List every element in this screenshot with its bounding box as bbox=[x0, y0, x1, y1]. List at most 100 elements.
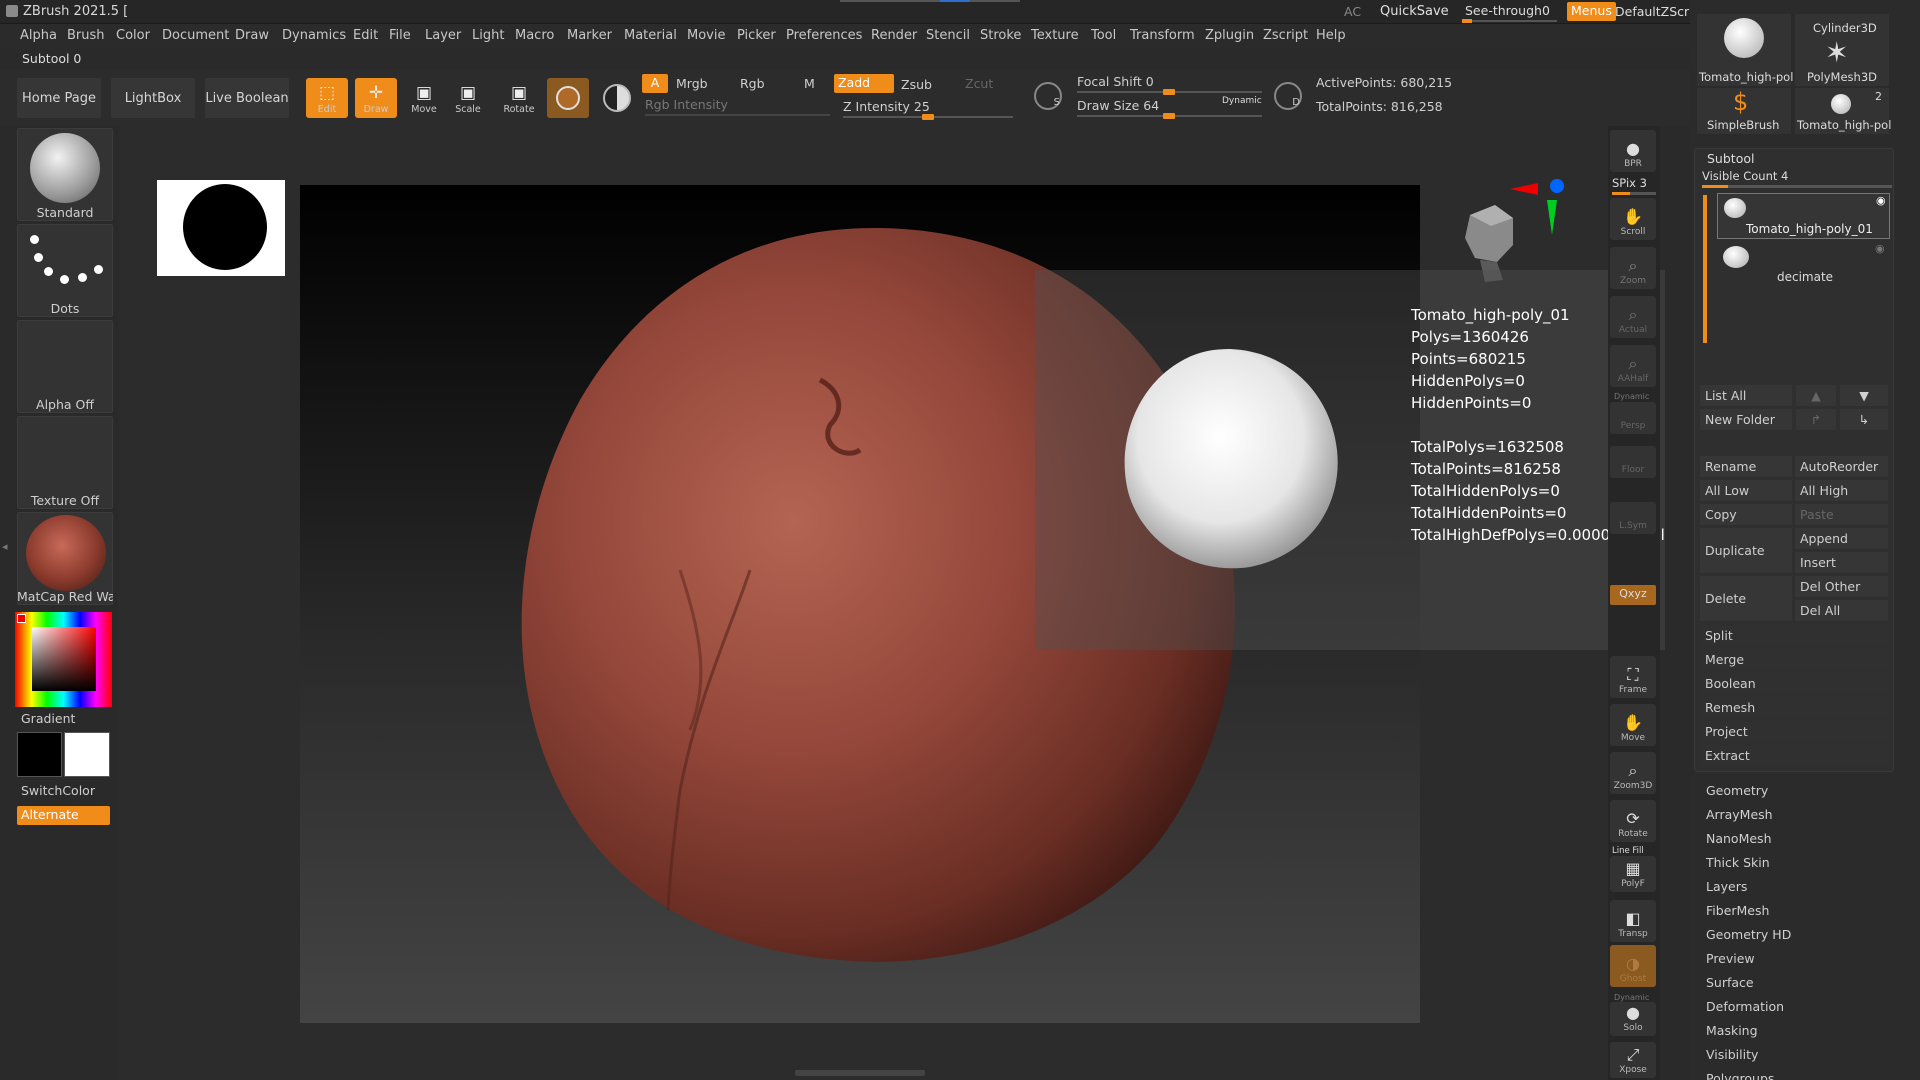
menu-layer[interactable]: Layer bbox=[425, 28, 461, 43]
eye-icon-2[interactable]: ◉ bbox=[1875, 242, 1885, 255]
color-picker[interactable] bbox=[15, 612, 112, 707]
append-button[interactable]: Append bbox=[1795, 528, 1888, 549]
menu-edit[interactable]: Edit bbox=[353, 28, 378, 43]
preview-section[interactable]: Preview bbox=[1706, 951, 1755, 966]
z-intensity-knob[interactable] bbox=[922, 114, 934, 120]
rgb-intensity-slider[interactable]: Rgb Intensity bbox=[645, 97, 728, 112]
a-toggle[interactable]: A bbox=[642, 74, 668, 93]
menu-help[interactable]: Help bbox=[1316, 28, 1346, 43]
symmetry-s-icon[interactable]: S bbox=[1034, 82, 1062, 110]
fibermesh-section[interactable]: FiberMesh bbox=[1706, 903, 1769, 918]
deformation-section[interactable]: Deformation bbox=[1706, 999, 1784, 1014]
main-color-swatch[interactable] bbox=[17, 732, 62, 777]
actual-button[interactable]: ⌕ Actual bbox=[1610, 296, 1656, 338]
m-toggle[interactable]: M bbox=[804, 76, 815, 91]
visible-count-slider[interactable]: Visible Count 4 bbox=[1702, 169, 1788, 183]
menu-material[interactable]: Material bbox=[624, 28, 677, 43]
zcut-toggle[interactable]: Zcut bbox=[965, 76, 993, 91]
mrgb-toggle[interactable]: Mrgb bbox=[676, 76, 708, 91]
masking-section[interactable]: Masking bbox=[1706, 1023, 1758, 1038]
menu-zscript[interactable]: Zscript bbox=[1263, 28, 1308, 43]
del-all-button[interactable]: Del All bbox=[1795, 600, 1888, 621]
bpr-button[interactable]: ● BPR bbox=[1610, 130, 1656, 172]
menu-zplugin[interactable]: Zplugin bbox=[1205, 28, 1254, 43]
lsym-button[interactable]: L.Sym bbox=[1610, 502, 1656, 534]
menu-movie[interactable]: Movie bbox=[687, 28, 725, 43]
menu-texture[interactable]: Texture bbox=[1031, 28, 1079, 43]
visibility-section[interactable]: Visibility bbox=[1706, 1047, 1758, 1062]
draw-size-slider[interactable]: Draw Size 64 bbox=[1077, 98, 1159, 113]
scroll-button[interactable]: ✋ Scroll bbox=[1610, 198, 1656, 240]
tool-thumb-2[interactable]: Cylinder3D ✶ PolyMesh3D bbox=[1795, 14, 1889, 86]
edit-mode-button[interactable]: ⬚ Edit bbox=[306, 78, 348, 118]
rotate-mode-button[interactable]: ▣ Rotate bbox=[498, 78, 540, 118]
new-folder-button[interactable]: New Folder bbox=[1700, 409, 1792, 430]
gradient-label[interactable]: Gradient bbox=[21, 711, 75, 726]
rotate-view-button[interactable]: ⟳ Rotate bbox=[1610, 800, 1656, 842]
remesh-section[interactable]: Remesh bbox=[1700, 697, 1888, 718]
geometry-section[interactable]: Geometry bbox=[1706, 783, 1768, 798]
menu-tool[interactable]: Tool bbox=[1091, 28, 1116, 43]
menus-button[interactable]: Menus bbox=[1567, 2, 1616, 21]
persp-button[interactable]: Persp bbox=[1610, 402, 1656, 434]
zoom3d-button[interactable]: ⌕ Zoom3D bbox=[1610, 752, 1656, 794]
rgb-toggle[interactable]: Rgb bbox=[740, 76, 765, 91]
merge-section[interactable]: Merge bbox=[1700, 649, 1888, 670]
home-page-button[interactable]: Home Page bbox=[17, 78, 101, 118]
alternate-button[interactable]: Alternate bbox=[17, 806, 110, 825]
aahalf-button[interactable]: ⌕ AAHalf bbox=[1610, 345, 1656, 387]
surface-section[interactable]: Surface bbox=[1706, 975, 1754, 990]
delete-button[interactable]: Delete bbox=[1700, 576, 1792, 621]
zoom-button[interactable]: ⌕ Zoom bbox=[1610, 247, 1656, 289]
live-boolean-button[interactable]: Live Boolean bbox=[205, 78, 289, 118]
tool-thumb-3[interactable]: $ SimpleBrush bbox=[1697, 88, 1791, 134]
menu-light[interactable]: Light bbox=[472, 28, 504, 43]
folder-down-button[interactable]: ↳ bbox=[1840, 409, 1888, 430]
menu-stroke[interactable]: Stroke bbox=[980, 28, 1021, 43]
tool-thumb-4[interactable]: 2 Tomato_high-pol bbox=[1795, 88, 1891, 134]
duplicate-button[interactable]: Duplicate bbox=[1700, 528, 1792, 573]
axis-gizmo[interactable] bbox=[1505, 175, 1565, 240]
folder-arrow-button[interactable]: ↱ bbox=[1796, 409, 1836, 430]
nanomesh-section[interactable]: NanoMesh bbox=[1706, 831, 1772, 846]
menu-file[interactable]: File bbox=[389, 28, 411, 43]
subtool-item-1[interactable]: ◉ Tomato_high-poly_01 bbox=[1717, 193, 1890, 239]
insert-button[interactable]: Insert bbox=[1795, 552, 1888, 573]
xyz-button[interactable]: Qxyz bbox=[1610, 585, 1656, 605]
menu-preferences[interactable]: Preferences bbox=[786, 28, 862, 43]
geometry-hd-section[interactable]: Geometry HD bbox=[1706, 927, 1791, 942]
draw-mode-button[interactable]: ✛ Draw bbox=[355, 78, 397, 118]
scale-mode-button[interactable]: ▣ Scale bbox=[447, 78, 489, 118]
focal-shift-slider[interactable]: Focal Shift 0 bbox=[1077, 74, 1154, 89]
subtool-scrollbar[interactable] bbox=[1703, 195, 1707, 343]
copy-button[interactable]: Copy bbox=[1700, 504, 1792, 525]
paste-button[interactable]: Paste bbox=[1795, 504, 1888, 525]
menu-document[interactable]: Document bbox=[162, 28, 229, 43]
menu-stencil[interactable]: Stencil bbox=[926, 28, 970, 43]
floor-button[interactable]: Floor bbox=[1610, 446, 1656, 478]
seethrough-slider[interactable]: See-through 0 bbox=[1462, 2, 1557, 23]
bottom-scroll-handle[interactable] bbox=[795, 1070, 925, 1076]
lazy-d-icon[interactable]: D bbox=[1274, 82, 1302, 110]
menu-color[interactable]: Color bbox=[116, 28, 150, 43]
layers-section[interactable]: Layers bbox=[1706, 879, 1747, 894]
spix-slider[interactable]: SPix 3 bbox=[1612, 176, 1647, 190]
lightbox-button[interactable]: LightBox bbox=[111, 78, 195, 118]
color-sphere-button[interactable] bbox=[596, 78, 638, 118]
quicksave-button[interactable]: QuickSave bbox=[1380, 4, 1449, 19]
subtool-item-2[interactable]: ◉ decimate bbox=[1717, 242, 1890, 288]
z-intensity-slider[interactable]: Z Intensity 25 bbox=[843, 99, 930, 114]
material-swatch-button[interactable] bbox=[547, 78, 589, 118]
tray-collapse-icon[interactable]: ◂ bbox=[2, 540, 8, 553]
del-other-button[interactable]: Del Other bbox=[1795, 576, 1888, 597]
tool-thumb-1[interactable]: Tomato_high-pol bbox=[1697, 14, 1793, 86]
menu-brush[interactable]: Brush bbox=[67, 28, 105, 43]
autoreorder-button[interactable]: AutoReorder bbox=[1795, 456, 1888, 477]
arraymesh-section[interactable]: ArrayMesh bbox=[1706, 807, 1773, 822]
menu-render[interactable]: Render bbox=[871, 28, 917, 43]
secondary-color-swatch[interactable] bbox=[64, 732, 110, 777]
switchcolor-button[interactable]: SwitchColor bbox=[21, 783, 95, 798]
eye-icon[interactable]: ◉ bbox=[1876, 194, 1886, 207]
zsub-toggle[interactable]: Zsub bbox=[901, 77, 932, 92]
menu-macro[interactable]: Macro bbox=[515, 28, 554, 43]
